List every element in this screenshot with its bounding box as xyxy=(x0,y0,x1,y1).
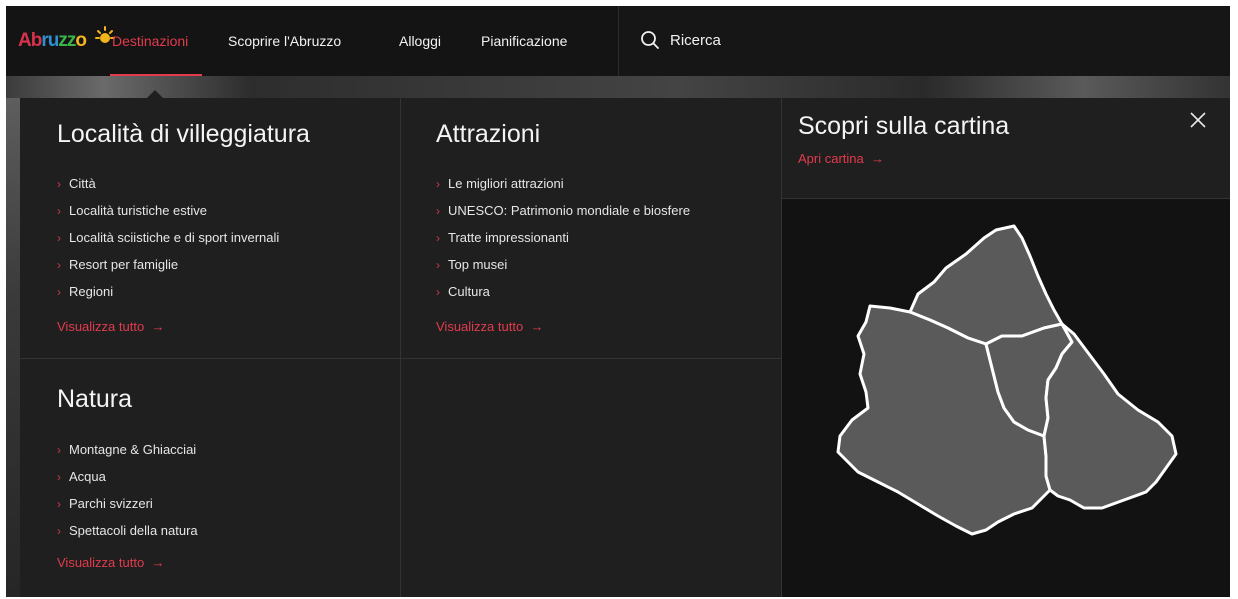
search-button[interactable]: Ricerca xyxy=(640,30,721,50)
see-all-natura-link[interactable]: Visualizza tutto → xyxy=(57,555,164,570)
chevron-right-icon: › xyxy=(57,257,61,272)
chevron-right-icon: › xyxy=(57,176,61,191)
arrow-right-icon: → xyxy=(530,319,544,334)
search-icon xyxy=(641,31,659,49)
section-links-natura: › Montagne & Ghiacciai › Acqua › Parchi svi… xyxy=(57,436,198,544)
menu-link[interactable]: › Top musei xyxy=(436,251,690,278)
search-label: Ricerca xyxy=(670,31,721,49)
arrow-right-icon: → xyxy=(151,319,165,334)
chevron-right-icon: › xyxy=(57,442,61,457)
menu-panel-empty xyxy=(401,359,782,597)
nav-divider xyxy=(618,6,619,76)
chevron-right-icon: › xyxy=(436,257,440,272)
chevron-right-icon: › xyxy=(57,230,61,245)
section-title-localita: Località di villeggiatura xyxy=(57,120,310,148)
site-logo[interactable]: Abruzzo xyxy=(18,30,87,52)
top-navigation: Abruzzo Destinazioni Scoprire l'Abruzzo … xyxy=(6,6,1230,76)
nav-item-destinazioni[interactable]: Destinazioni xyxy=(112,33,188,49)
section-title-natura: Natura xyxy=(57,385,133,413)
see-all-localita-link[interactable]: Visualizza tutto → xyxy=(57,319,164,334)
chevron-right-icon: › xyxy=(57,203,61,218)
menu-link[interactable]: › Tratte impressionanti xyxy=(436,224,690,251)
section-links-attrazioni: › Le migliori attrazioni › UNESCO: Patrimo… xyxy=(436,170,690,305)
nav-item-pianificazione[interactable]: Pianificazione xyxy=(481,33,567,49)
menu-link[interactable]: › Le migliori attrazioni xyxy=(436,170,690,197)
menu-link[interactable]: › Località turistiche estive xyxy=(57,197,279,224)
nav-item-scoprire-abruzzo[interactable]: Scoprire l'Abruzzo xyxy=(228,33,341,49)
arrow-right-icon: → xyxy=(151,555,165,570)
open-map-link[interactable]: Apri cartina → xyxy=(798,151,884,166)
menu-link[interactable]: › Resort per famiglie xyxy=(57,251,279,278)
menu-link[interactable]: › Regioni xyxy=(57,278,279,305)
chevron-right-icon: › xyxy=(436,230,440,245)
close-icon[interactable] xyxy=(1188,110,1208,130)
map-region-east[interactable] xyxy=(1042,322,1178,510)
menu-link[interactable]: › Località sciistiche e di sport invernal… xyxy=(57,224,279,251)
menu-link[interactable]: › Acqua xyxy=(57,463,198,490)
background-photo-edge xyxy=(6,98,20,597)
dropdown-caret xyxy=(147,90,163,98)
chevron-right-icon: › xyxy=(436,176,440,191)
map-panel-title: Scopri sulla cartina xyxy=(798,112,1010,140)
menu-link[interactable]: › Parchi svizzeri xyxy=(57,490,198,517)
chevron-right-icon: › xyxy=(436,284,440,299)
menu-link[interactable]: › UNESCO: Patrimonio mondiale e biosfere xyxy=(436,197,690,224)
arrow-right-icon: → xyxy=(870,151,884,166)
menu-link[interactable]: › Montagne & Ghiacciai xyxy=(57,436,198,463)
menu-link[interactable]: › Città xyxy=(57,170,279,197)
chevron-right-icon: › xyxy=(57,284,61,299)
see-all-attrazioni-link[interactable]: Visualizza tutto → xyxy=(436,319,543,334)
chevron-right-icon: › xyxy=(57,523,61,538)
menu-link[interactable]: › Cultura xyxy=(436,278,690,305)
chevron-right-icon: › xyxy=(436,203,440,218)
nav-item-alloggi[interactable]: Alloggi xyxy=(399,33,441,49)
chevron-right-icon: › xyxy=(57,496,61,511)
region-map[interactable] xyxy=(826,224,1186,554)
menu-link[interactable]: › Spettacoli della natura xyxy=(57,517,198,544)
section-title-attrazioni: Attrazioni xyxy=(436,120,541,148)
chevron-right-icon: › xyxy=(57,469,61,484)
background-photo xyxy=(6,76,1230,98)
section-links-localita: › Città › Località turistiche estive › Loca… xyxy=(57,170,279,305)
